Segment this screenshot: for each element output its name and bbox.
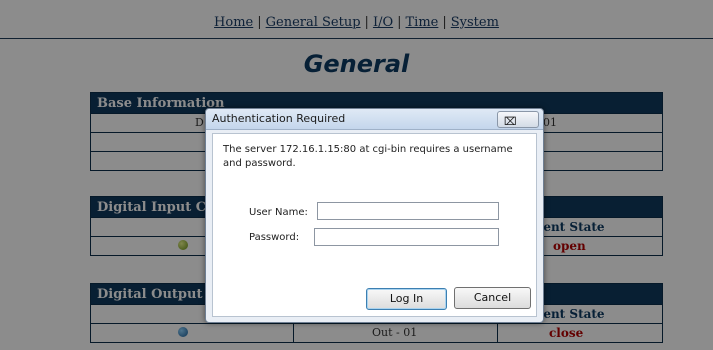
- password-label: Password:: [249, 232, 300, 243]
- password-input[interactable]: [314, 228, 499, 246]
- dialog-title: Authentication Required: [212, 112, 346, 125]
- dialog-titlebar: Authentication Required ⌧: [206, 109, 543, 130]
- close-icon: ⌧: [504, 115, 517, 128]
- close-button[interactable]: ⌧: [497, 111, 539, 128]
- auth-message: The server 172.16.1.15:80 at cgi-bin req…: [223, 144, 513, 169]
- login-button[interactable]: Log In: [366, 288, 447, 310]
- dialog-body: The server 172.16.1.15:80 at cgi-bin req…: [212, 133, 537, 317]
- cancel-button[interactable]: Cancel: [454, 287, 531, 309]
- username-input[interactable]: [317, 202, 499, 220]
- authentication-dialog: Authentication Required ⌧ The server 172…: [205, 108, 544, 323]
- username-label: User Name:: [249, 207, 308, 218]
